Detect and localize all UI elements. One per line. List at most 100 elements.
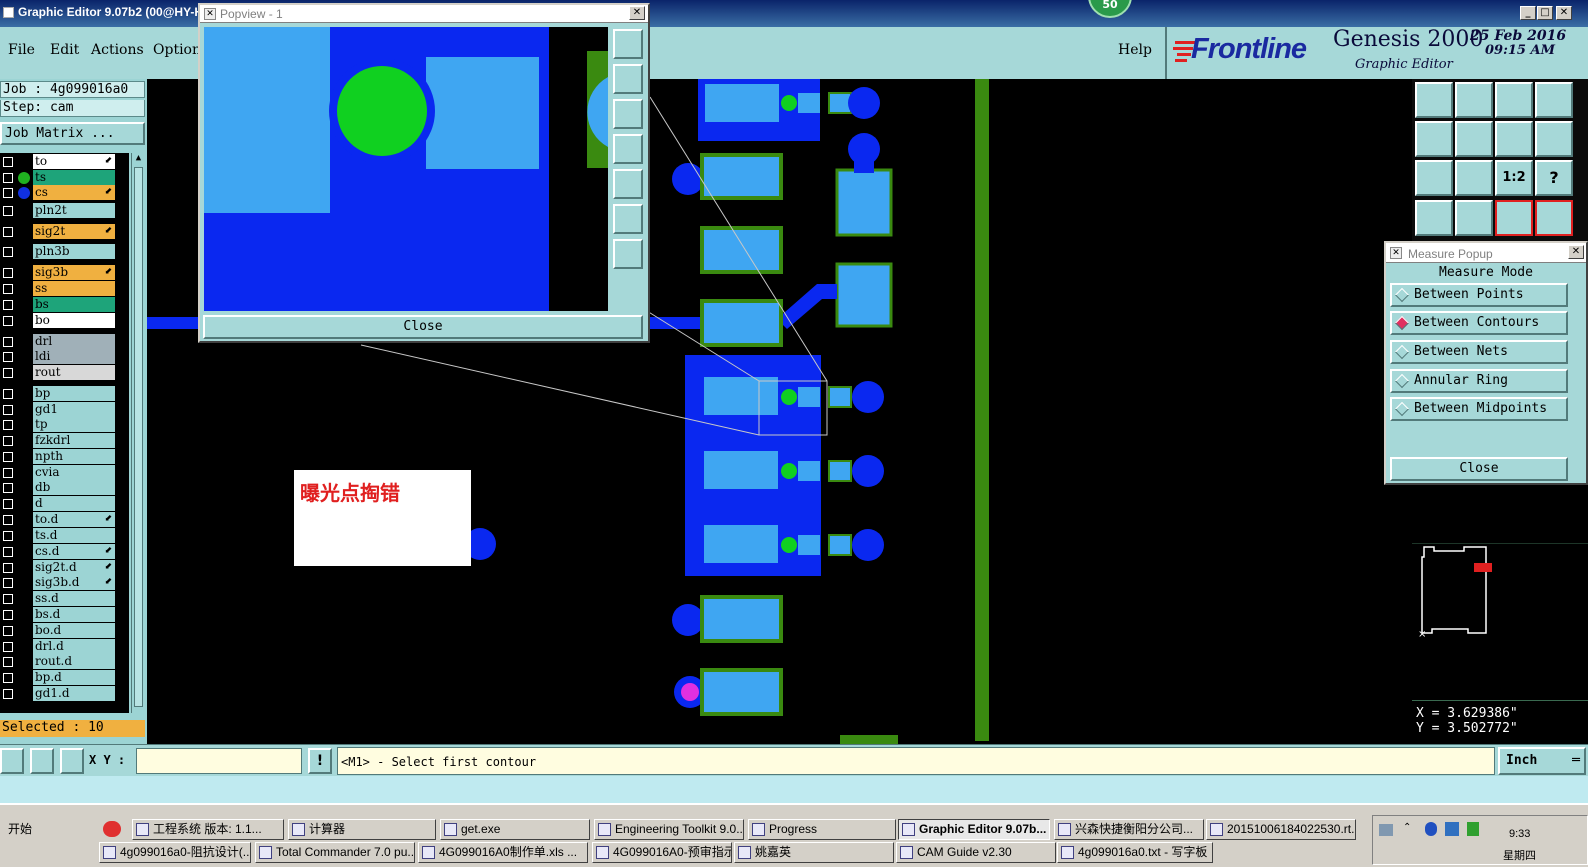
layer-row[interactable]: tp [0,417,129,432]
layer-row[interactable]: pln3b [0,244,129,259]
units-selector[interactable]: Inch ═ [1498,747,1586,775]
security-shield-icon[interactable] [1467,822,1479,836]
layer-row[interactable]: rout.d [0,654,129,669]
popview-canvas[interactable] [204,27,608,311]
taskbar-button[interactable]: 计算器 [288,819,436,840]
tray-expand-icon[interactable]: ⌃ [1403,822,1411,833]
layer-name[interactable]: gd1.d [33,686,115,701]
layer-name[interactable]: cvia [33,465,115,480]
measure-option[interactable]: Annular Ring [1390,369,1568,393]
layer-checkbox[interactable] [3,300,13,310]
layer-checkbox[interactable] [3,452,13,462]
layer-checkbox[interactable] [3,657,13,667]
layer-name[interactable]: sig2t ⬋ [33,224,115,239]
layer-row[interactable]: bo [0,313,129,328]
layer-row[interactable]: pln2t [0,203,129,218]
layer-name[interactable]: db [33,480,115,495]
net-compare-icon[interactable] [1535,200,1573,236]
layer-checkbox[interactable] [3,689,13,699]
layer-checkbox[interactable] [3,626,13,636]
layer-name[interactable]: bo.d [33,623,115,638]
scale-one-to-two-icon[interactable]: 1:2 [1495,160,1533,196]
taskbar-button[interactable]: CAM Guide v2.30 [896,842,1056,863]
popview-close-icon[interactable]: ✕ [629,6,645,20]
layer-checkbox[interactable] [3,515,13,525]
job-matrix-button[interactable]: Job Matrix ... [0,122,145,145]
popview-pan-right-icon[interactable] [613,169,643,199]
quicklaunch-icon[interactable] [103,821,121,837]
layer-name[interactable]: ss.d [33,591,115,606]
layer-name[interactable]: cs ⬋ [33,185,115,200]
layer-name[interactable]: drl.d [33,639,115,654]
layer-name[interactable]: rout.d [33,654,115,669]
layer-checkbox[interactable] [3,316,13,326]
popview-pan-left-icon[interactable] [613,134,643,164]
layer-name[interactable]: bo [33,313,115,328]
layer-row[interactable]: bp.d [0,670,129,685]
layer-checkbox[interactable] [3,389,13,399]
layer-name[interactable]: tp [33,417,115,432]
layer-list-scrollbar[interactable]: ▲ [131,153,145,713]
layer-name[interactable]: to ⬋ [33,154,115,169]
layer-checkbox[interactable] [3,594,13,604]
layer-row[interactable]: sig2t.d ⬋ [0,560,129,575]
layer-checkbox[interactable] [3,368,13,378]
taskbar-button[interactable]: 兴森快捷衡阳分公司... [1054,819,1204,840]
bluetooth-icon[interactable] [1425,822,1437,836]
layer-name[interactable]: rout [33,365,115,380]
menu-help[interactable]: Help [1118,42,1152,58]
layer-row[interactable]: fzkdrl [0,433,129,448]
grid-view-icon[interactable] [1535,82,1573,118]
layer-name[interactable]: npth [33,449,115,464]
layer-checkbox[interactable] [3,247,13,257]
layer-name[interactable]: ldi [33,349,115,364]
layer-row[interactable]: ts [0,170,129,185]
layer-checkbox[interactable] [3,547,13,557]
layer-checkbox[interactable] [3,173,13,183]
reverse-icon[interactable] [1535,121,1573,157]
taskbar-button[interactable]: 4g099016a0-阻抗设计(... [99,842,251,863]
layer-checkbox[interactable] [3,642,13,652]
layer-name[interactable]: to.d ⬋ [33,512,115,527]
layer-name[interactable]: bs.d [33,607,115,622]
move-right-icon[interactable] [1455,121,1493,157]
layer-checkbox[interactable] [3,268,13,278]
menu-actions[interactable]: Actions [91,42,144,58]
layer-name[interactable]: bp.d [33,670,115,685]
help-question-icon[interactable]: ? [1535,160,1573,196]
layer-checkbox[interactable] [3,563,13,573]
keyboard-icon[interactable] [1379,824,1393,836]
popview-close-button[interactable]: Close [203,315,643,339]
layer-row[interactable]: to.d ⬋ [0,512,129,527]
taskbar-button[interactable]: 姚嘉英 [734,842,894,863]
close-window-button[interactable]: ✕ [1556,6,1572,20]
popview-zoom-in-icon[interactable] [613,204,643,234]
layer-name[interactable]: fzkdrl [33,433,115,448]
layer-row[interactable]: ts.d [0,528,129,543]
layer-row[interactable]: d [0,496,129,511]
snap-mode-icon[interactable] [0,748,24,774]
layer-name[interactable]: drl [33,334,115,349]
layer-checkbox[interactable] [3,337,13,347]
layer-name[interactable]: bs [33,297,115,312]
measure-option[interactable]: Between Midpoints [1390,397,1568,421]
layer-row[interactable]: ss.d [0,591,129,606]
notification-badge[interactable]: 50 [1088,0,1132,18]
scroll-thumb[interactable] [134,167,143,707]
taskbar-button[interactable]: 4G099016A0制作单.xls ... [418,842,588,863]
angle-mode-icon[interactable] [30,748,54,774]
taskbar-button[interactable]: 工程系统 版本: 1.1... [132,819,284,840]
move-up-icon[interactable] [1415,82,1453,118]
layer-checkbox[interactable] [3,227,13,237]
popview-pan-down-icon[interactable] [613,99,643,129]
network-icon[interactable] [1445,822,1459,836]
layer-row[interactable]: sig2t ⬋ [0,224,129,239]
minimize-button[interactable]: _ [1520,6,1536,20]
layer-checkbox[interactable] [3,499,13,509]
layer-checkbox[interactable] [3,352,13,362]
layer-name[interactable]: sig3b.d ⬋ [33,575,115,590]
maximize-button[interactable]: □ [1537,6,1553,20]
layer-row[interactable]: sig3b ⬋ [0,265,129,280]
layer-list[interactable]: to ⬋ ts cs ⬋ pln2t sig2t ⬋ pln3b sig3b ⬋ ss bs bo drl l… [0,153,129,713]
layer-name[interactable]: pln3b [33,244,115,259]
